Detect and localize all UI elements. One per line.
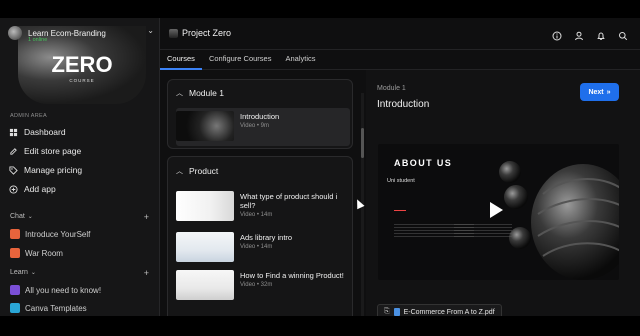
app-window: ZERO COURSE Learn Ecom-Branding 1 online… <box>0 18 640 316</box>
module-card: ︿ Module 1 Introduction Video • 9m <box>167 79 353 149</box>
play-icon[interactable] <box>490 202 503 218</box>
lesson-meta: Video • 14m <box>240 244 273 250</box>
lesson-item[interactable]: How to Find a winning Product! Video • 3… <box>176 267 350 305</box>
attachment-name: E-Commerce From A to Z.pdf <box>403 308 495 316</box>
attachment-chip[interactable]: ⎘ E-Commerce From A to Z.pdf <box>377 304 502 316</box>
module-title: Product <box>189 166 219 176</box>
chevron-up-icon: ︿ <box>176 168 183 175</box>
scrollbar-thumb[interactable] <box>361 128 364 158</box>
search-icon[interactable] <box>618 28 628 41</box>
sidebar-item-label: Edit store page <box>24 146 82 156</box>
lesson-item[interactable]: What type of product should i sell? Vide… <box>176 188 350 226</box>
tab-analytics[interactable]: Analytics <box>278 50 322 70</box>
edit-icon <box>10 147 17 155</box>
learn-section-toggle[interactable]: Learn ⌄ <box>10 269 36 276</box>
course-outline: ︿ Module 1 Introduction Video • 9m ︿ Pro… <box>167 76 353 316</box>
current-module-label: Module 1 <box>377 85 406 92</box>
lesson-meta: Video • 14m <box>240 212 273 218</box>
lesson-meta: Video • 9m <box>240 123 270 129</box>
chevron-down-icon: ⌄ <box>30 270 36 276</box>
project-icon <box>169 29 178 38</box>
lesson-title: How to Find a winning Product! <box>240 271 344 280</box>
chevron-up-icon: ︿ <box>176 90 183 97</box>
lesson-title: Ads library intro <box>240 233 293 242</box>
channel-canva-templates[interactable]: Canva Templates <box>10 303 87 313</box>
channel-label: Introduce YourSelf <box>25 229 91 239</box>
module-title: Module 1 <box>189 88 224 98</box>
page-title: Project Zero <box>182 28 232 38</box>
channel-label: Canva Templates <box>25 303 87 313</box>
lesson-title: Introduction <box>240 112 280 121</box>
sidebar: ZERO COURSE Learn Ecom-Branding 1 online… <box>0 18 160 316</box>
tag-icon <box>9 165 18 175</box>
admin-area-label: ADMIN AREA <box>10 113 47 119</box>
module-header[interactable]: ︿ Module 1 <box>176 88 224 98</box>
module-header[interactable]: ︿ Product <box>176 166 218 176</box>
sidebar-item-dashboard[interactable]: Dashboard <box>9 127 66 137</box>
double-chevron-right-icon: » <box>606 88 611 96</box>
sidebar-item-add-app[interactable]: Add app <box>9 184 56 194</box>
plus-circle-icon <box>9 184 18 194</box>
next-button-label: Next <box>588 88 604 96</box>
tab-courses[interactable]: Courses <box>160 50 202 70</box>
sidebar-item-label: Dashboard <box>24 127 66 137</box>
channel-label: All you need to know! <box>25 285 102 295</box>
lesson-item[interactable]: Ads library intro Video • 14m <box>176 229 350 267</box>
tab-configure-courses[interactable]: Configure Courses <box>202 50 279 70</box>
info-icon[interactable] <box>552 28 562 41</box>
user-icon[interactable] <box>574 28 584 41</box>
video-player[interactable]: ABOUT US Uni student <box>378 144 619 280</box>
channel-all-you-need[interactable]: All you need to know! <box>10 285 101 295</box>
workspace-avatar <box>8 26 22 40</box>
chat-section-label: Chat <box>10 213 25 220</box>
lesson-title: What type of product should i sell? <box>240 192 338 210</box>
module-card: ︿ Product What type of product should i … <box>167 156 353 316</box>
chevron-down-icon[interactable]: ⌄ <box>147 26 154 35</box>
sidebar-item-manage-pricing[interactable]: Manage pricing <box>9 165 82 175</box>
workspace-switcher[interactable]: Learn Ecom-Branding 1 online ⌄ <box>8 24 156 43</box>
sidebar-item-label: Manage pricing <box>24 165 83 175</box>
course-tabs: Courses Configure Courses Analytics <box>160 50 640 70</box>
file-icon <box>393 308 400 316</box>
sidebar-item-label: Add app <box>24 184 56 194</box>
lesson-thumbnail <box>176 270 234 300</box>
link-icon: ⎘ <box>384 308 390 315</box>
next-button[interactable]: Next » <box>580 83 619 101</box>
sidebar-item-edit-store[interactable]: Edit store page <box>9 146 81 156</box>
banner-subtitle: COURSE <box>69 78 95 83</box>
add-chat-channel-button[interactable]: + <box>144 212 149 222</box>
channel-icon <box>10 285 20 295</box>
banner-title: ZERO <box>51 52 113 77</box>
lesson-thumbnail <box>176 191 234 221</box>
channel-label: War Room <box>25 248 63 258</box>
learn-section-label: Learn <box>10 269 28 276</box>
chat-section-toggle[interactable]: Chat ⌄ <box>10 213 33 220</box>
lesson-player-pane: Module 1 Introduction Next » ABOUT US Un… <box>366 70 640 316</box>
dashboard-icon <box>9 128 18 136</box>
top-actions <box>552 28 628 41</box>
lesson-meta: Video • 32m <box>240 282 273 288</box>
lesson-item[interactable]: Introduction Video • 9m <box>176 108 350 146</box>
channel-icon <box>10 229 20 239</box>
video-divider <box>394 210 406 211</box>
channel-war-room[interactable]: War Room <box>10 248 63 258</box>
lesson-thumbnail <box>176 232 234 262</box>
add-learn-channel-button[interactable]: + <box>144 268 149 278</box>
channel-introduce-yourself[interactable]: Introduce YourSelf <box>10 229 90 239</box>
video-subtitle: Uni student <box>387 178 415 184</box>
video-heading: ABOUT US <box>394 158 453 168</box>
top-bar: Project Zero <box>160 18 640 50</box>
video-text-block <box>454 224 512 238</box>
channel-icon <box>10 248 20 258</box>
current-lesson-title: Introduction <box>377 99 430 110</box>
online-status: 1 online <box>28 37 48 43</box>
bell-icon[interactable] <box>596 28 606 40</box>
lesson-thumbnail <box>176 111 234 141</box>
channel-icon <box>10 303 20 313</box>
chevron-down-icon: ⌄ <box>27 214 33 220</box>
